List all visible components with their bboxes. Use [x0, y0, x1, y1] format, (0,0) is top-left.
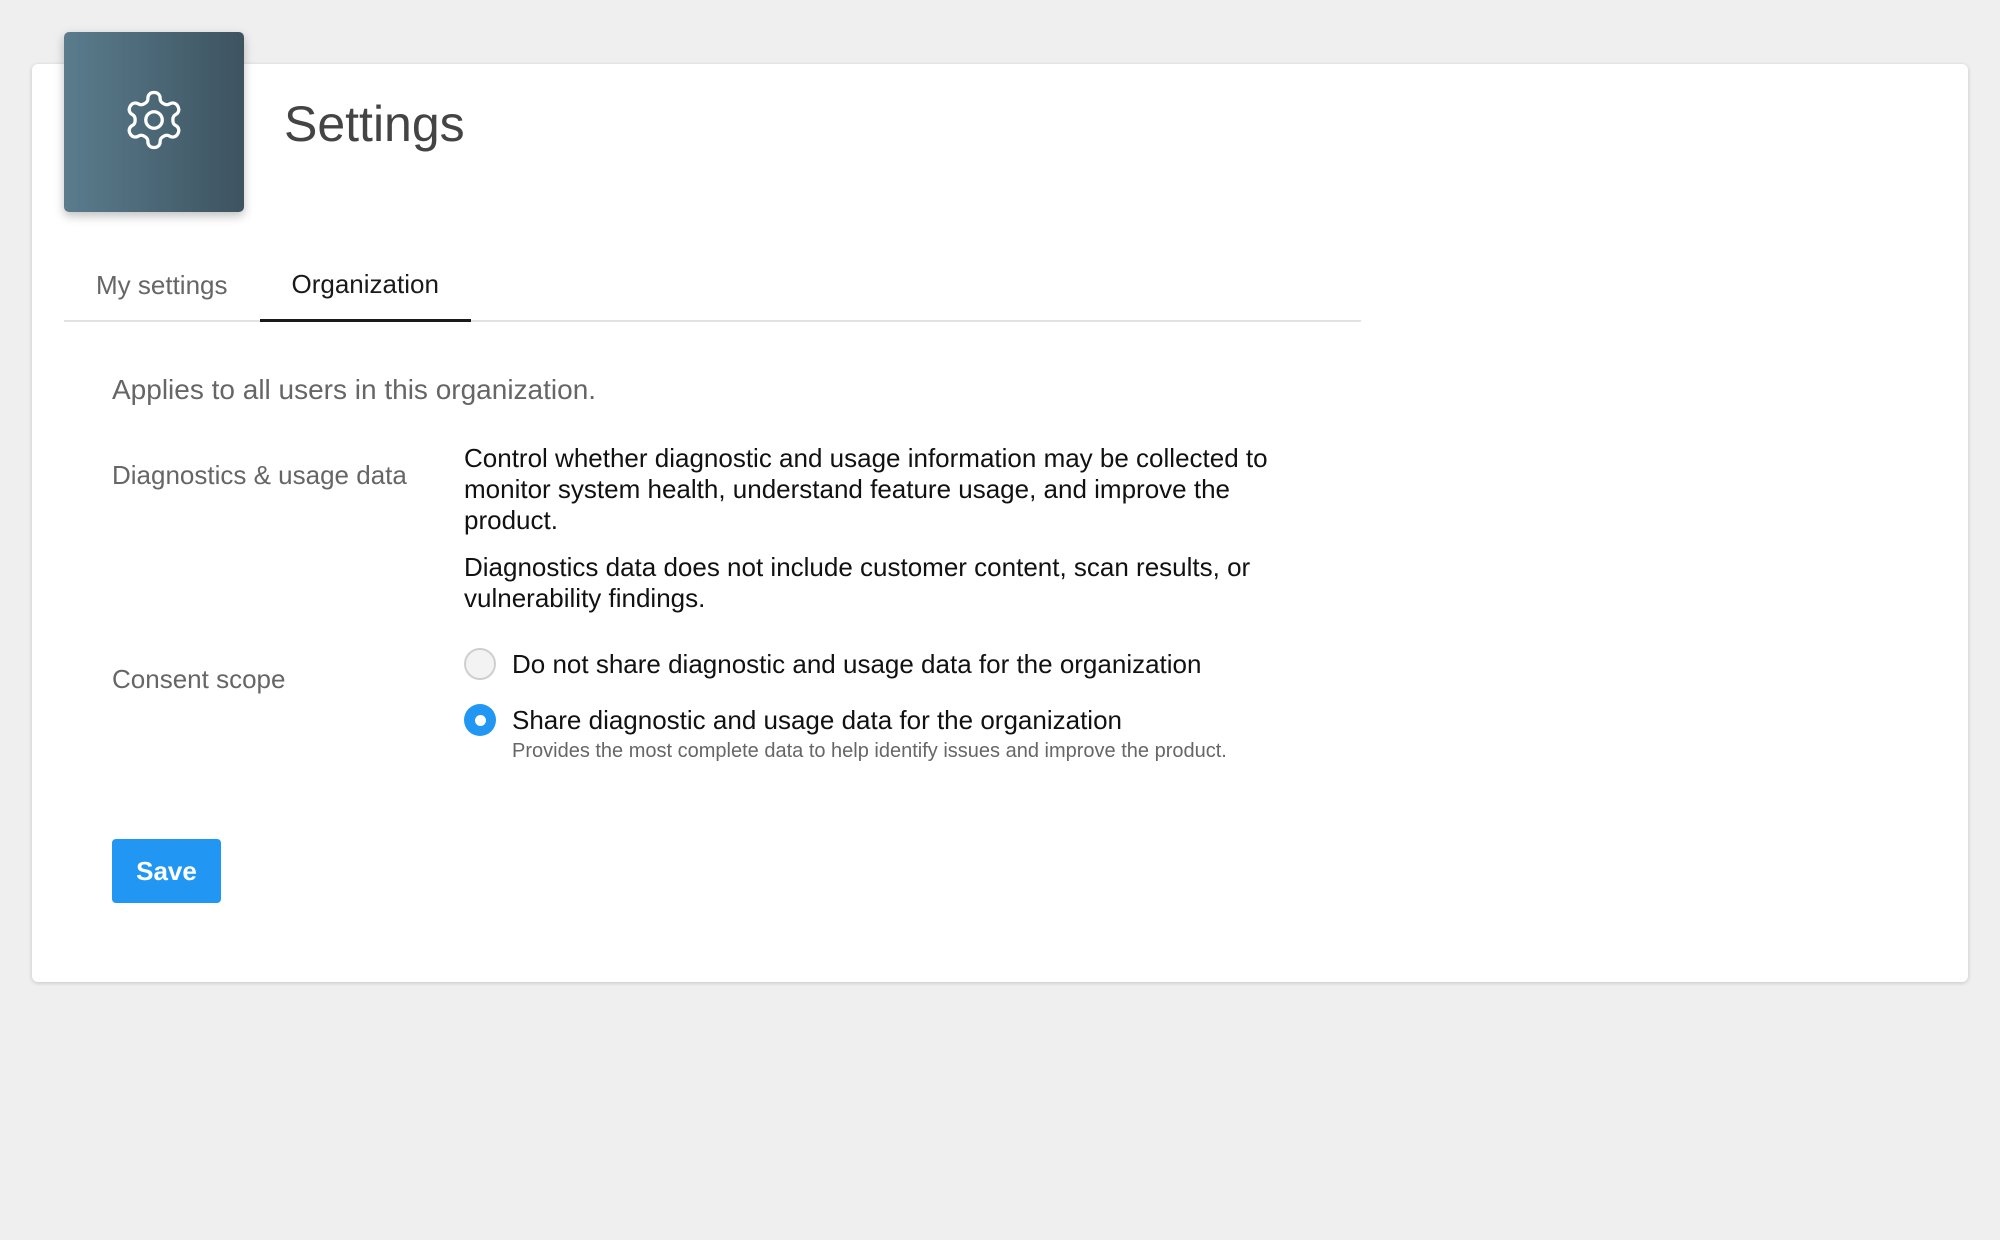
radio-selected[interactable] [464, 704, 496, 736]
save-button[interactable]: Save [112, 839, 221, 903]
diagnostics-label: Diagnostics & usage data [112, 460, 407, 490]
radio-unselected[interactable] [464, 648, 496, 680]
tab-bar: My settings Organization [64, 250, 1361, 322]
app-tile [64, 32, 244, 212]
consent-option-do-not-share[interactable]: Do not share diagnostic and usage data f… [464, 648, 1201, 680]
consent-option-label: Do not share diagnostic and usage data f… [512, 649, 1202, 679]
diagnostics-privacy-note: Diagnostics data does not include custom… [464, 552, 1251, 613]
tab-my-settings[interactable]: My settings [64, 250, 260, 320]
page-title: Settings [284, 96, 465, 152]
gear-icon [121, 87, 187, 158]
consent-option-label: Share diagnostic and usage data for the … [512, 705, 1122, 735]
organization-intro: Applies to all users in this organizatio… [112, 374, 597, 405]
tab-organization[interactable]: Organization [259, 250, 471, 322]
consent-scope-label: Consent scope [112, 664, 286, 694]
diagnostics-description: Control whether diagnostic and usage inf… [464, 443, 1268, 535]
consent-option-share[interactable]: Share diagnostic and usage data for the … [464, 704, 1332, 764]
consent-option-help: Provides the most complete data to help … [512, 740, 1227, 762]
